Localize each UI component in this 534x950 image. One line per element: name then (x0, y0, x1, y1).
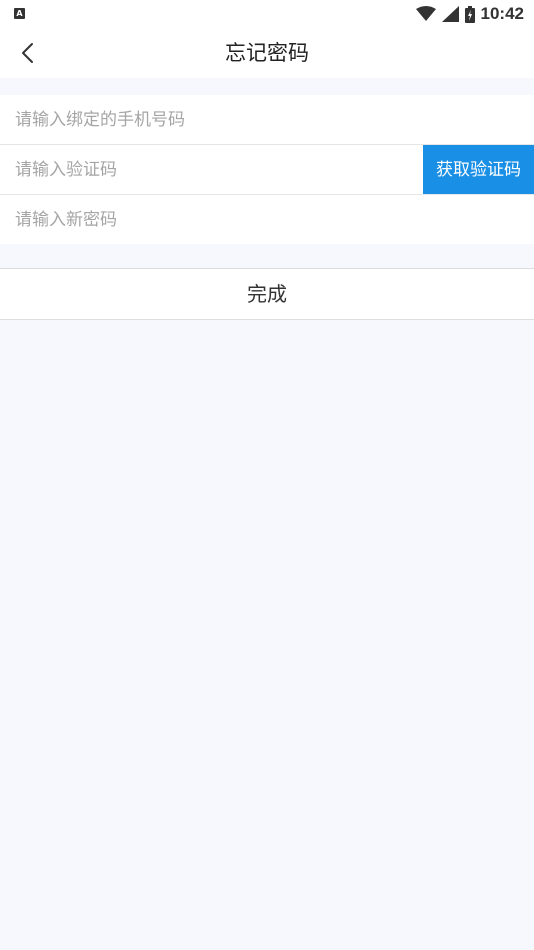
phone-row (0, 95, 534, 145)
status-time: 10:42 (480, 4, 524, 23)
top-app-bar: 忘记密码 (0, 28, 534, 78)
wifi-icon (415, 6, 436, 21)
phone-input[interactable] (15, 95, 515, 144)
reset-form: 获取验证码 (0, 95, 534, 244)
page-title: 忘记密码 (225, 41, 309, 65)
battery-icon (464, 5, 475, 23)
forgot-password-screen: A 10:42 忘记密码 请输入绑定的手机号码 请输入验证码 获取验证码 完成 (0, 0, 534, 950)
chevron-left-icon (22, 43, 33, 63)
status-bar: A 10:42 (0, 0, 534, 28)
code-row: 获取验证码 (0, 145, 534, 195)
new-password-input[interactable] (15, 195, 515, 244)
signal-icon (441, 6, 459, 22)
new-password-row (0, 195, 534, 244)
done-button[interactable]: 完成 (0, 268, 534, 320)
back-button[interactable] (12, 37, 44, 69)
verification-code-input[interactable] (15, 145, 405, 194)
app-notification-icon: A (14, 8, 25, 19)
get-code-button[interactable]: 获取验证码 (423, 145, 534, 194)
status-bar-right: 10:42 (415, 4, 524, 24)
